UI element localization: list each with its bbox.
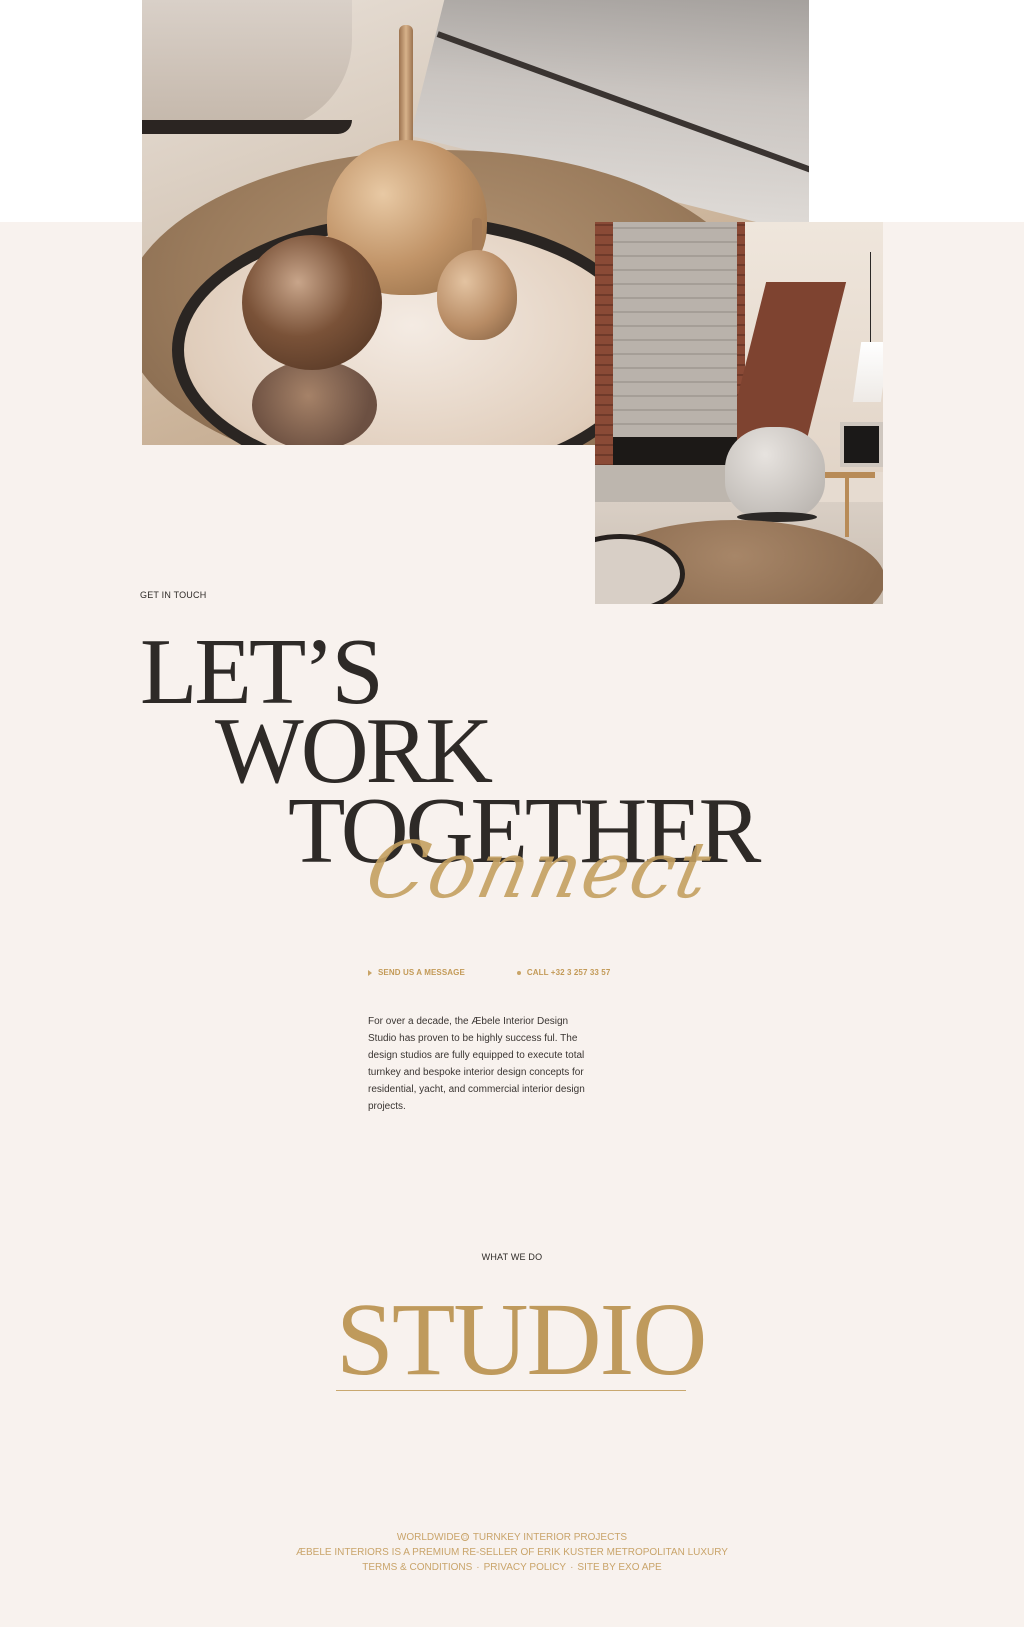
footer-tagline: WORLDWIDE TURNKEY INTERIOR PROJECTS	[0, 1530, 1024, 1545]
script-word: Connect	[358, 826, 720, 916]
privacy-link[interactable]: PRIVACY POLICY	[484, 1560, 566, 1575]
studio-underline	[336, 1390, 686, 1391]
photo-fireplace-room	[595, 222, 883, 604]
side-table-leg	[845, 477, 849, 537]
contact-actions: SEND US A MESSAGE CALL +32 3 257 33 57	[368, 968, 610, 977]
footer-reseller: ÆBELE INTERIORS IS A PREMIUM RE-SELLER O…	[296, 1547, 728, 1558]
footer-links: TERMS & CONDITIONS · PRIVACY POLICY · SI…	[0, 1560, 1024, 1575]
footer-worldwide: WORLDWIDE	[396, 1532, 461, 1543]
call-label: CALL +32 3 257 33 57	[526, 968, 611, 977]
globe-icon	[461, 1533, 470, 1541]
pendant-wire	[870, 252, 871, 342]
terms-link[interactable]: TERMS & CONDITIONS	[362, 1560, 472, 1575]
pouf	[142, 0, 352, 130]
tv-screen	[840, 422, 883, 467]
concrete-chimney	[613, 222, 737, 437]
footer-turnkey: TURNKEY INTERIOR PROJECTS	[472, 1532, 628, 1543]
send-message-label: SEND US A MESSAGE	[378, 968, 465, 977]
firebox	[613, 437, 737, 465]
send-message-link[interactable]: SEND US A MESSAGE	[368, 968, 465, 977]
separator: ·	[476, 1562, 480, 1573]
footer: WORLDWIDE TURNKEY INTERIOR PROJECTS ÆBEL…	[0, 1530, 1024, 1575]
small-vase	[437, 250, 517, 340]
tall-vase-neck	[399, 25, 413, 155]
armchair	[725, 427, 825, 519]
call-link[interactable]: CALL +32 3 257 33 57	[516, 968, 611, 977]
studio-title[interactable]: STUDIO	[336, 1288, 707, 1392]
dot-icon	[516, 970, 521, 975]
play-arrow-icon	[368, 969, 372, 976]
what-we-do-label: WHAT WE DO	[481, 1252, 543, 1262]
pouf-rim	[142, 120, 352, 134]
intro-paragraph: For over a decade, the Æbele Interior De…	[368, 1016, 585, 1112]
get-in-touch-label: GET IN TOUCH	[140, 590, 207, 600]
glass-sphere	[242, 235, 382, 370]
separator: ·	[570, 1562, 574, 1573]
site-credit-link[interactable]: SITE BY EXO APE	[577, 1560, 661, 1575]
sphere-reflection	[252, 360, 377, 445]
